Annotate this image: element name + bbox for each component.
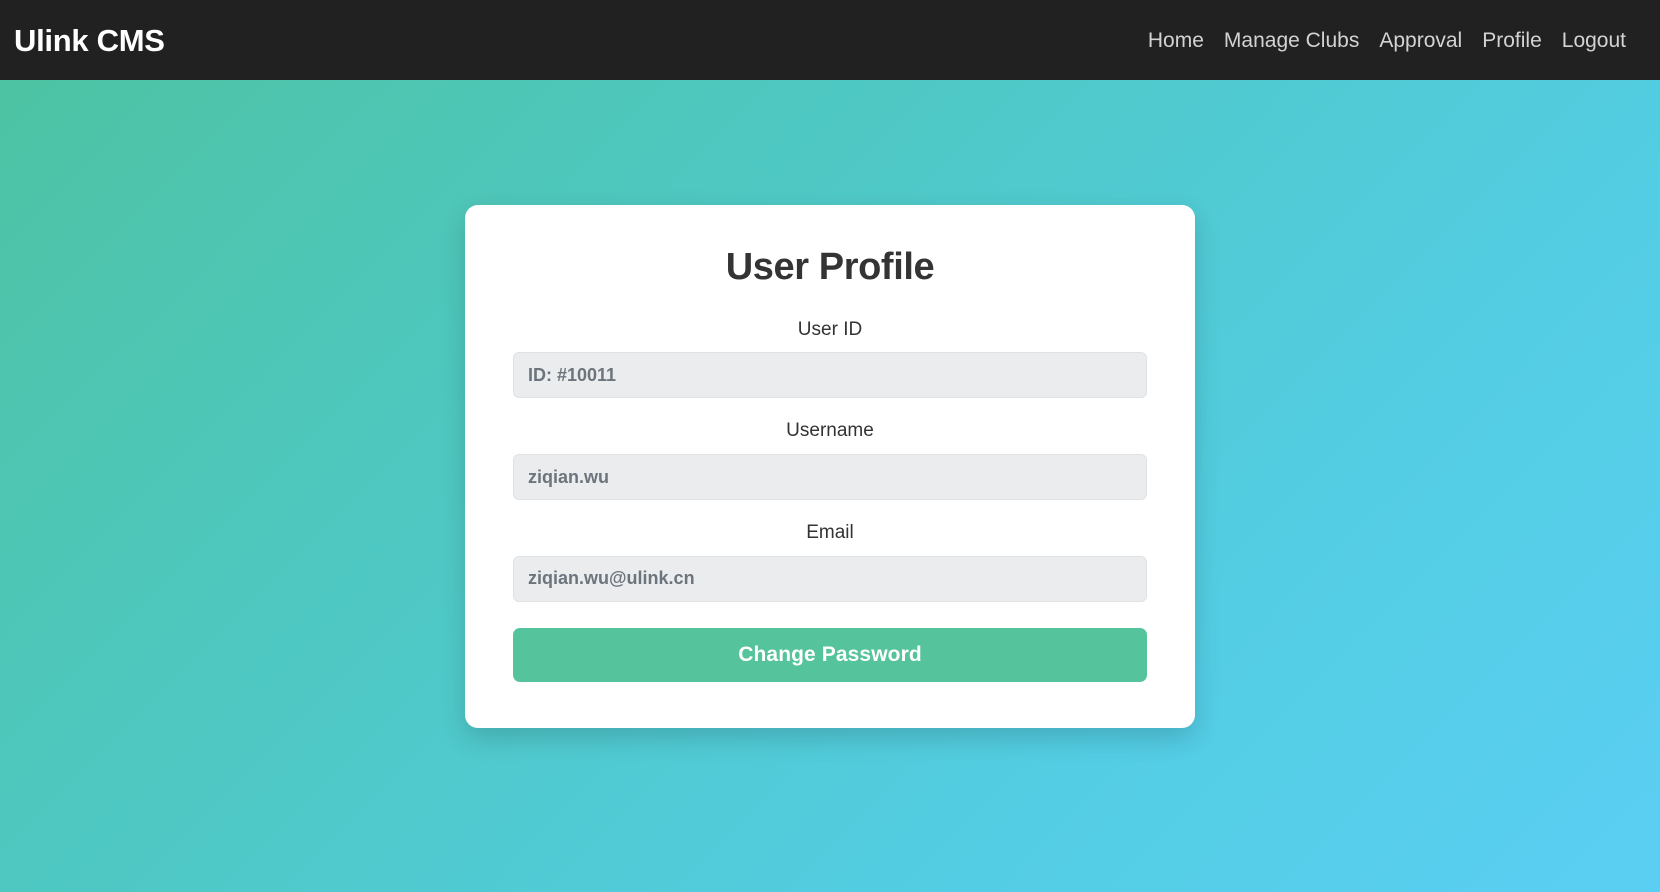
- username-input[interactable]: [513, 454, 1147, 501]
- nav-link-home[interactable]: Home: [1138, 22, 1214, 59]
- brand-title[interactable]: Ulink CMS: [14, 25, 165, 56]
- field-group-email: Email: [513, 522, 1147, 602]
- user-profile-card: User Profile User ID Username Email Chan…: [465, 205, 1195, 728]
- nav-link-approval[interactable]: Approval: [1369, 22, 1472, 59]
- email-label: Email: [806, 522, 854, 544]
- nav-link-profile[interactable]: Profile: [1472, 22, 1552, 59]
- nav-link-manage-clubs[interactable]: Manage Clubs: [1214, 22, 1369, 59]
- page-background: User Profile User ID Username Email Chan…: [0, 80, 1660, 892]
- email-input[interactable]: [513, 555, 1147, 602]
- user-id-label: User ID: [797, 318, 863, 340]
- nav-link-logout[interactable]: Logout: [1552, 22, 1636, 59]
- page-title: User Profile: [725, 246, 935, 288]
- change-password-button[interactable]: Change Password: [513, 627, 1147, 682]
- top-navbar: Ulink CMS Home Manage Clubs Approval Pro…: [0, 0, 1660, 80]
- field-group-user-id: User ID: [513, 319, 1147, 399]
- user-id-input[interactable]: [513, 352, 1147, 399]
- nav-links: Home Manage Clubs Approval Profile Logou…: [1138, 22, 1636, 59]
- field-group-username: Username: [513, 420, 1147, 501]
- username-label: Username: [786, 420, 874, 442]
